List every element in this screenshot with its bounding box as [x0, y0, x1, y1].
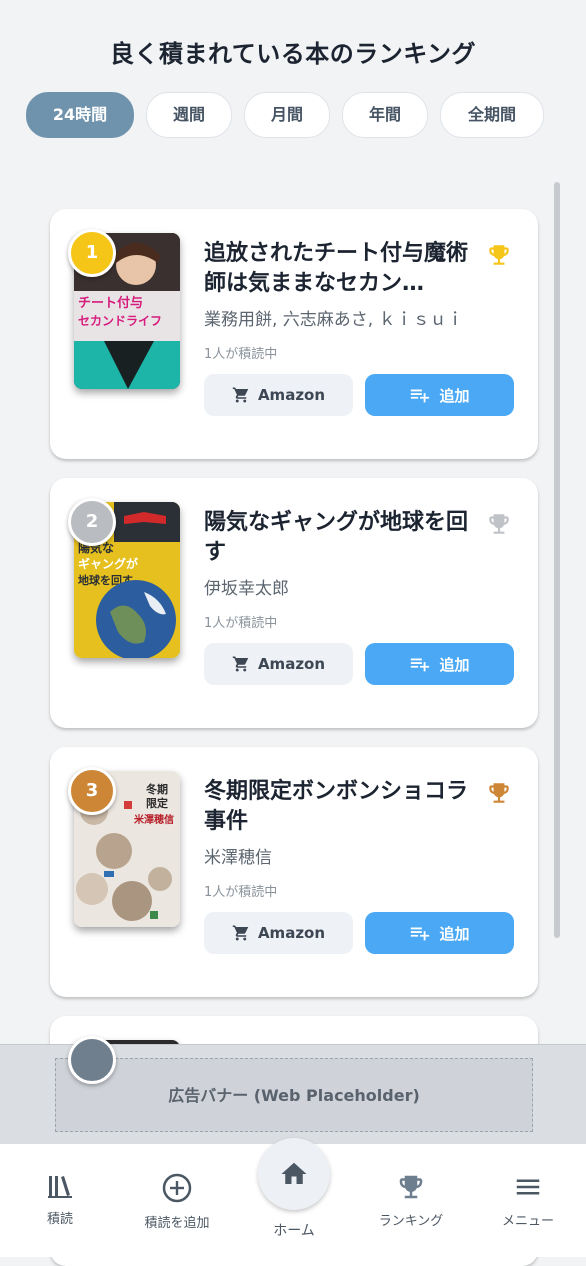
trophy-icon	[489, 514, 509, 534]
svg-text:冬期: 冬期	[146, 782, 168, 796]
playlist-add-icon	[411, 658, 430, 672]
book-title[interactable]: 陽気なギャングが地球を回す	[204, 508, 474, 568]
nav-ranking[interactable]: ランキング	[356, 1172, 466, 1229]
ranking-card[interactable]: 1 チート付与 セカンドライフ 追放されたチート付与魔術師は気ままなセカン… 業…	[50, 209, 538, 459]
rank-badge	[68, 1036, 116, 1084]
bottom-navigation: 積読 積読を追加 ホーム ランキング メニュー	[0, 1138, 586, 1257]
period-tabs: 24時間 週間 月間 年間 全期間	[26, 92, 544, 138]
add-label: 追加	[439, 924, 470, 943]
amazon-label: Amazon	[257, 924, 326, 942]
rank-badge: 1	[68, 229, 116, 277]
plus-circle-icon	[162, 1173, 192, 1203]
nav-tsundoku[interactable]: 積読	[5, 1172, 115, 1227]
svg-text:限定: 限定	[146, 796, 168, 810]
svg-text:チート付与: チート付与	[78, 295, 143, 311]
amazon-button[interactable]: Amazon	[204, 374, 353, 416]
scrollbar[interactable]	[554, 182, 560, 938]
menu-icon	[516, 1179, 540, 1195]
svg-text:セカンドライフ: セカンドライフ	[78, 314, 162, 328]
add-button[interactable]: 追加	[365, 643, 514, 685]
cart-icon	[232, 387, 249, 403]
ranking-card[interactable]: 3 冬期 限定 米澤穂信 冬期限定ボンボンショコラ事件 米澤穂信 1人が積読中 …	[50, 747, 538, 997]
nav-add-tsundoku[interactable]: 積読を追加	[122, 1172, 232, 1231]
svg-text:ギャングが: ギャングが	[78, 556, 138, 571]
cart-icon	[232, 925, 249, 941]
rank-badge: 3	[68, 767, 116, 815]
reader-count: 1人が積読中	[204, 885, 278, 900]
reader-count: 1人が積読中	[204, 347, 278, 362]
book-author: 業務用餅, 六志麻あさ, ｋｉｓｕｉ	[204, 310, 464, 330]
nav-menu[interactable]: メニュー	[473, 1172, 583, 1229]
home-button[interactable]	[258, 1138, 330, 1210]
nav-ranking-label: ランキング	[378, 1214, 444, 1229]
page-title: 良く積まれている本のランキング	[109, 40, 477, 68]
book-title[interactable]: 追放されたチート付与魔術師は気ままなセカン…	[204, 239, 474, 299]
trophy-icon	[489, 245, 509, 265]
add-label: 追加	[439, 655, 470, 674]
playlist-add-icon	[411, 927, 430, 941]
playlist-add-icon	[411, 389, 430, 403]
amazon-button[interactable]: Amazon	[204, 912, 353, 954]
amazon-label: Amazon	[257, 386, 326, 404]
book-author: 伊坂幸太郎	[204, 579, 289, 599]
tab-monthly[interactable]: 月間	[244, 92, 330, 138]
tab-weekly[interactable]: 週間	[146, 92, 232, 138]
ranking-card[interactable]: 2 陽気な ギャングが 地球を回す 陽気なギャングが地球を回す 伊坂幸太郎 1人…	[50, 478, 538, 728]
add-button[interactable]: 追加	[365, 912, 514, 954]
ad-banner[interactable]: 広告バナー (Web Placeholder)	[55, 1058, 533, 1132]
amazon-button[interactable]: Amazon	[204, 643, 353, 685]
library-icon	[48, 1176, 72, 1198]
tab-yearly[interactable]: 年間	[342, 92, 428, 138]
add-label: 追加	[439, 386, 470, 405]
reader-count: 1人が積読中	[204, 616, 278, 631]
trophy-icon	[489, 783, 509, 803]
trophy-icon	[399, 1175, 423, 1199]
amazon-label: Amazon	[257, 655, 326, 673]
nav-add-tsundoku-label: 積読を追加	[144, 1216, 210, 1231]
book-title[interactable]: 冬期限定ボンボンショコラ事件	[204, 777, 474, 837]
nav-tsundoku-label: 積読	[46, 1212, 73, 1227]
book-author: 米澤穂信	[204, 848, 272, 868]
tab-24h[interactable]: 24時間	[26, 92, 134, 138]
rank-badge: 2	[68, 498, 116, 546]
nav-menu-label: メニュー	[501, 1214, 554, 1229]
home-icon	[281, 1162, 307, 1184]
svg-text:米澤穂信: 米澤穂信	[134, 813, 174, 826]
tab-all-time[interactable]: 全期間	[440, 92, 544, 138]
nav-home-label: ホーム	[273, 1223, 315, 1239]
cart-icon	[232, 656, 249, 672]
add-button[interactable]: 追加	[365, 374, 514, 416]
